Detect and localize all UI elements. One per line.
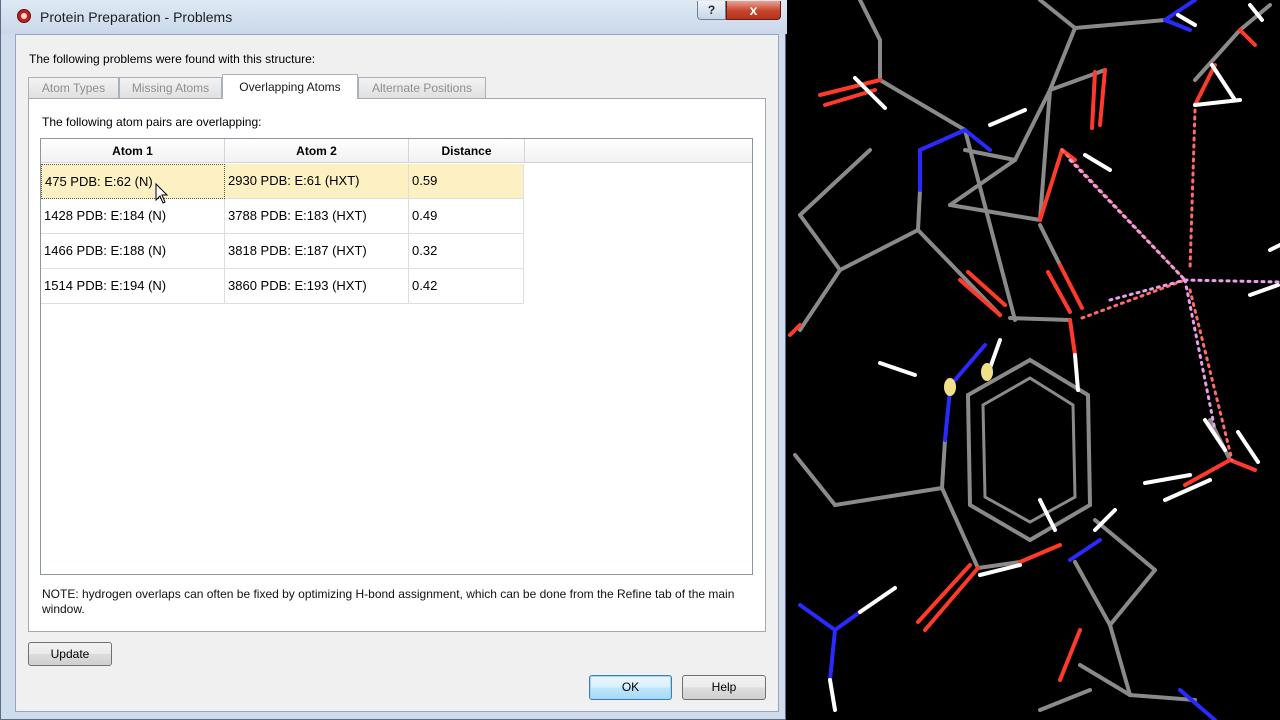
oxygen-bonds bbox=[788, 28, 1257, 682]
window-title: Protein Preparation - Problems bbox=[40, 9, 233, 25]
tab-alternate-positions[interactable]: Alternate Positions bbox=[358, 77, 486, 98]
help-caption-button[interactable]: ? bbox=[697, 1, 726, 20]
distance-cell[interactable]: 0.49 bbox=[409, 199, 524, 234]
atom2-cell[interactable]: 2930 PDB: E:61 (HXT) bbox=[225, 164, 409, 199]
distance-cell[interactable]: 0.59 bbox=[409, 164, 524, 199]
update-button[interactable]: Update bbox=[28, 642, 112, 666]
column-header-atom1[interactable]: Atom 1 bbox=[41, 139, 225, 163]
atom2-cell[interactable]: 3788 PDB: E:183 (HXT) bbox=[225, 199, 409, 234]
column-header-filler bbox=[525, 139, 752, 163]
column-header-atom2[interactable]: Atom 2 bbox=[225, 139, 409, 163]
table-row[interactable]: 1466 PDB: E:188 (N) 3818 PDB: E:187 (HXT… bbox=[41, 234, 524, 269]
atom2-cell[interactable]: 3860 PDB: E:193 (HXT) bbox=[225, 269, 409, 304]
overlap-marker[interactable] bbox=[981, 363, 993, 381]
distance-cell[interactable]: 0.42 bbox=[409, 269, 524, 304]
table-row[interactable]: 475 PDB: E:62 (N) 2930 PDB: E:61 (HXT) 0… bbox=[41, 164, 524, 199]
mouse-cursor-icon bbox=[155, 183, 169, 204]
app-icon bbox=[17, 9, 31, 23]
atom1-cell[interactable]: 1466 PDB: E:188 (N) bbox=[41, 234, 225, 269]
note-text: NOTE: hydrogen overlaps can often be fix… bbox=[42, 587, 735, 616]
hydrogen-bonds bbox=[828, 3, 1280, 712]
atom1-cell[interactable]: 1514 PDB: E:194 (N) bbox=[41, 269, 225, 304]
tab-overlapping-atoms[interactable]: Overlapping Atoms bbox=[222, 74, 358, 99]
title-bar[interactable]: Protein Preparation - Problems ? x bbox=[1, 0, 787, 34]
atom1-cell[interactable]: 475 PDB: E:62 (N) bbox=[41, 164, 225, 199]
intro-text: The following problems were found with t… bbox=[29, 52, 316, 66]
help-button[interactable]: Help bbox=[682, 675, 766, 700]
close-button[interactable]: x bbox=[726, 1, 781, 20]
ok-button[interactable]: OK bbox=[589, 675, 672, 700]
overlap-label: The following atom pairs are overlapping… bbox=[42, 115, 262, 129]
atom1-cell[interactable]: 1428 PDB: E:184 (N) bbox=[41, 199, 225, 234]
overlap-marker[interactable] bbox=[944, 378, 956, 396]
distance-cell[interactable]: 0.32 bbox=[409, 234, 524, 269]
column-header-distance[interactable]: Distance bbox=[409, 139, 525, 163]
atom2-cell[interactable]: 3818 PDB: E:187 (HXT) bbox=[225, 234, 409, 269]
tab-missing-atoms[interactable]: Missing Atoms bbox=[119, 77, 222, 98]
table-row[interactable]: 1428 PDB: E:184 (N) 3788 PDB: E:183 (HXT… bbox=[41, 199, 524, 234]
tab-atom-types[interactable]: Atom Types bbox=[28, 77, 119, 98]
benzene-ring bbox=[965, 357, 1093, 543]
table-row[interactable]: 1514 PDB: E:194 (N) 3860 PDB: E:193 (HXT… bbox=[41, 269, 524, 304]
